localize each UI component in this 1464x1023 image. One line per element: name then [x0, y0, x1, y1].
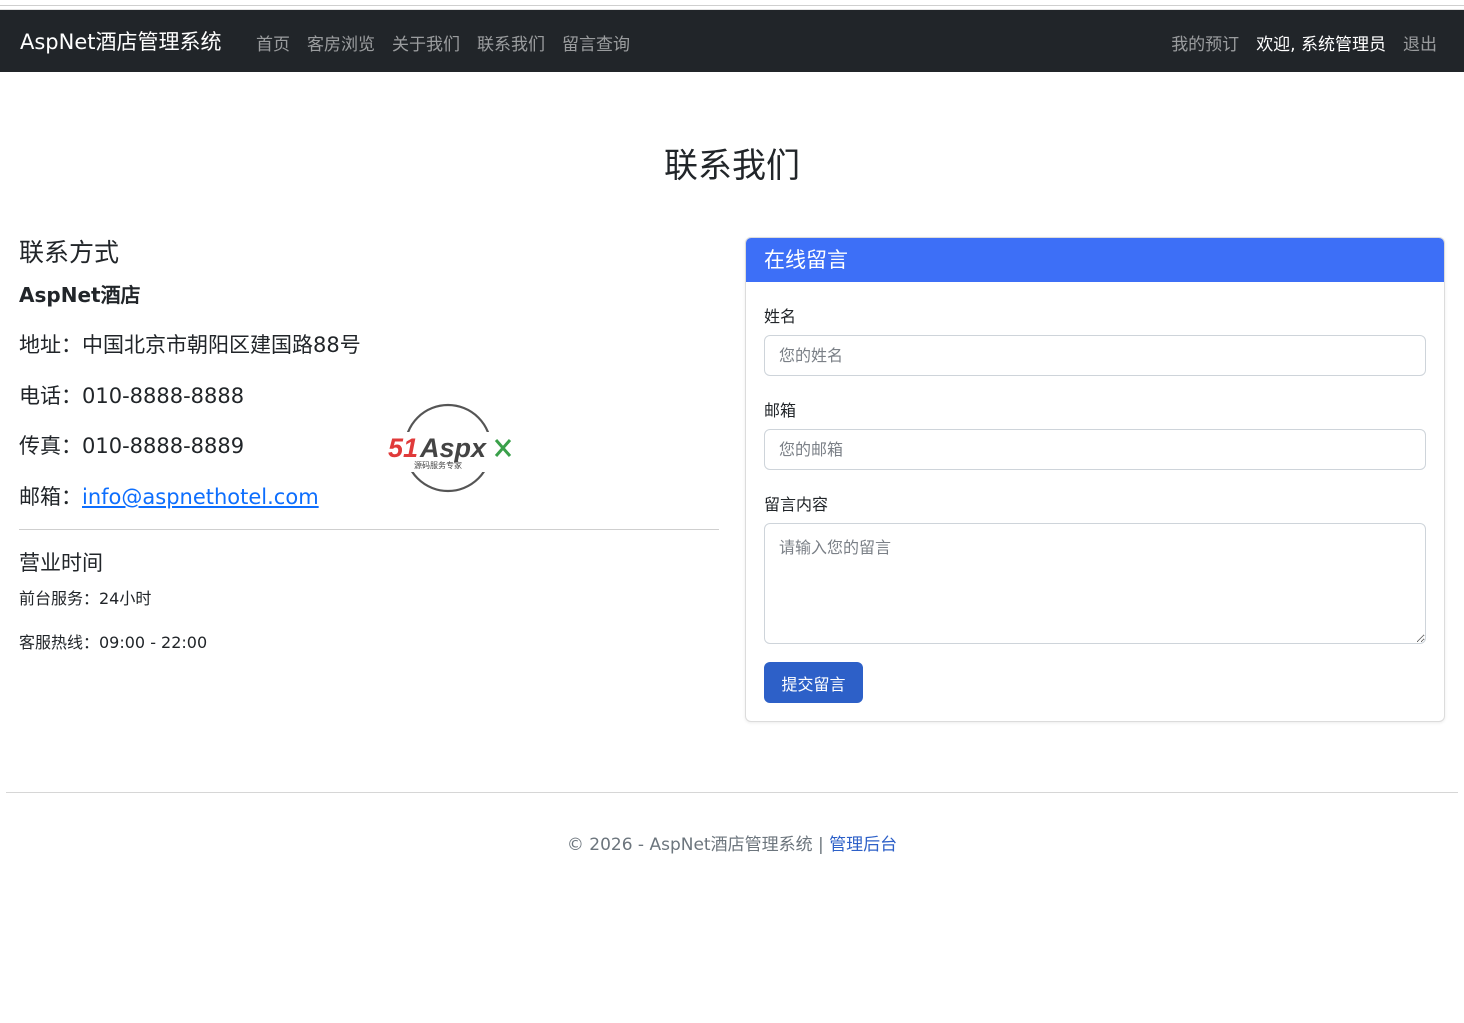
- brand-link[interactable]: AspNet酒店管理系统: [20, 26, 222, 56]
- nav-link-logout[interactable]: 退出: [1403, 30, 1437, 55]
- top-navbar: AspNet酒店管理系统 首页 客房浏览 关于我们 联系我们 留言查询 我的预订…: [0, 10, 1464, 72]
- contact-heading: 联系方式: [19, 238, 120, 267]
- nav-link-rooms[interactable]: 客房浏览: [307, 30, 375, 55]
- email-label: 邮箱：: [19, 485, 82, 509]
- admin-link[interactable]: 管理后台: [829, 835, 897, 855]
- email-input[interactable]: [764, 429, 1426, 470]
- footer-copyright: © 2026 - AspNet酒店管理系统 |: [566, 835, 830, 855]
- nav-link-contact[interactable]: 联系我们: [477, 30, 545, 55]
- nav-welcome-user[interactable]: 欢迎, 系统管理员: [1256, 30, 1386, 55]
- hotline-hours: 客服热线：09:00 - 22:00: [19, 633, 208, 652]
- message-content-label: 留言内容: [764, 495, 829, 514]
- address-line: 地址：中国北京市朝阳区建国路88号: [19, 329, 361, 359]
- phone-label: 电话：: [19, 384, 82, 408]
- watermark-dark-text: Aspx: [419, 433, 487, 463]
- submit-message-button[interactable]: 提交留言: [764, 662, 863, 703]
- card-header: 在线留言: [746, 238, 1444, 282]
- phone-value: 010-8888-8888: [82, 384, 245, 408]
- message-content-textarea[interactable]: [764, 523, 1426, 644]
- name-label: 姓名: [764, 307, 797, 326]
- nav-link-my-bookings[interactable]: 我的预订: [1171, 30, 1239, 55]
- business-hours-heading: 营业时间: [19, 551, 103, 575]
- phone-line: 电话：010-8888-8888: [19, 380, 244, 410]
- watermark-red-text: 51: [388, 433, 418, 463]
- hotel-name: AspNet酒店: [19, 283, 141, 307]
- front-desk-hours: 前台服务：24小时: [19, 589, 152, 608]
- address-value: 中国北京市朝阳区建国路88号: [82, 333, 361, 357]
- nav-link-home[interactable]: 首页: [256, 30, 290, 55]
- name-input[interactable]: [764, 335, 1426, 376]
- fax-value: 010-8888-8889: [82, 434, 245, 458]
- email-line: 邮箱：info@aspnethotel.com: [19, 481, 319, 511]
- browser-top-strip: [0, 0, 1464, 10]
- nav-link-message-query[interactable]: 留言查询: [562, 30, 630, 55]
- 51aspx-watermark-logo: 51 Aspx 源码服务专家: [386, 403, 512, 493]
- section-divider: [19, 529, 719, 530]
- email-link[interactable]: info@aspnethotel.com: [82, 485, 319, 509]
- fax-label: 传真：: [19, 434, 82, 458]
- fax-line: 传真：010-8888-8889: [19, 430, 244, 460]
- online-message-card: 在线留言 姓名 邮箱 留言内容 提交留言: [745, 237, 1445, 722]
- watermark-subtitle: 源码服务专家: [414, 460, 462, 470]
- nav-right-links: 我的预订 欢迎, 系统管理员 退出: [1171, 30, 1437, 55]
- page-title: 联系我们: [664, 146, 800, 186]
- nav-link-about[interactable]: 关于我们: [392, 30, 460, 55]
- nav-left-links: 首页 客房浏览 关于我们 联系我们 留言查询: [256, 30, 630, 55]
- footer: © 2026 - AspNet酒店管理系统 | 管理后台: [0, 830, 1464, 855]
- email-label: 邮箱: [764, 401, 797, 420]
- address-label: 地址：: [19, 333, 82, 357]
- footer-divider: [6, 792, 1458, 793]
